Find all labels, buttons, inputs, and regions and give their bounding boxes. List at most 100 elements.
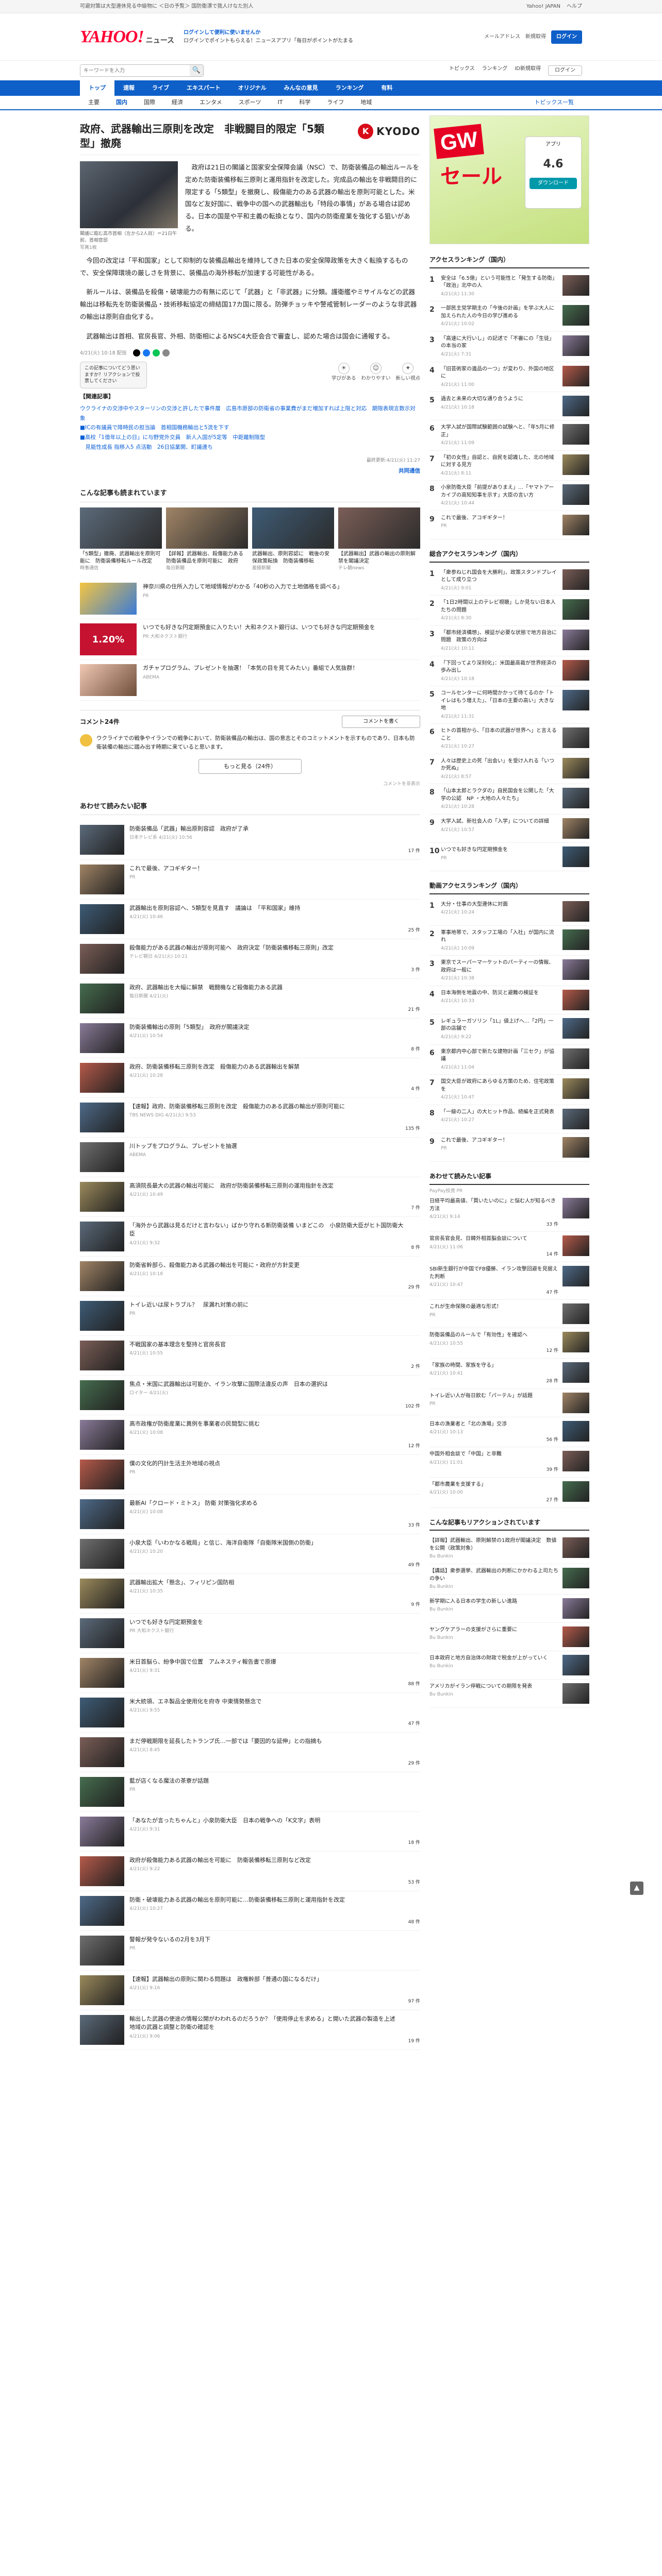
article-photo[interactable]: 閣議に臨む高市首相（左から2人目）＝21日午前、首相官邸 写真1枚	[80, 161, 178, 251]
nav-tab[interactable]: ライブ	[143, 80, 178, 96]
ranking-item[interactable]: 10 いつでも好きな円定期預金を PR	[429, 843, 589, 871]
ranking-item[interactable]: 新学期に入る日本の学生の新しい進路 Bu Bunkin	[429, 1595, 589, 1623]
ranking-item[interactable]: 5 レギュラーガソリン「1L」値上げへ…「2円」一部の店舗で 4/21(火) 9:2…	[429, 1014, 589, 1045]
ranking-item[interactable]: 【詳報】武器輸出、原則解禁の1政府が閣議決定 数値を公開（政策対象） Bu Bun…	[429, 1534, 589, 1565]
promo-row[interactable]: ガチャプログラム、プレゼントを抽選！「本気の目を見てみたい」番組で人気抜群！ AB…	[80, 660, 420, 701]
ranking-item[interactable]: 2 一部民主党学期主の「今後の計画」を学ぶ大人に加えられた人の今日の学び進める 4/…	[429, 301, 589, 332]
help-link[interactable]: ヘルプ	[567, 3, 582, 10]
list-item[interactable]: 焦点・米国に武器輸出は可能か、イラン攻撃に国際法違反の声 日本の選択は ロイター …	[80, 1376, 420, 1415]
ranking-item[interactable]: 2 軍事地帯で、スタッフ工場の「入社」が国内に流れ 4/21(火) 10:09	[429, 926, 589, 956]
ranking-item[interactable]: 4 「下回ってより深刻化」：米国最高裁が世界経済の歩み出し 4/21(火) 10:1…	[429, 656, 589, 687]
ranking-item[interactable]: 7 国交大臣が政府にあらゆる方策のため、住宅政策を 4/21(火) 10:47	[429, 1075, 589, 1105]
more-comments-button[interactable]: もっと見る（24件）	[198, 758, 302, 774]
list-item[interactable]: 米大統領、エネ製品全使用化を府寺 中東情勢懸念で 4/21(火) 9:55 47 件	[80, 1693, 420, 1733]
recommend-item[interactable]: SBI新生銀行が中国でFB優勝、イラン攻撃回避を見据えた判断 4/21(火) 10…	[429, 1262, 589, 1300]
reaction-clear[interactable]: ☺ わかりやすい	[361, 362, 390, 382]
list-item[interactable]: いつでも好きな円定期預金を PR 大和ネクスト銀行	[80, 1614, 420, 1653]
list-item[interactable]: 最新AI「クロード・ミトス」 防衛 対策強化求める 4/21(火) 10:08 33…	[80, 1495, 420, 1534]
ranking-item[interactable]: 日本政府と地方自治体の財政で税金が上がっていく Bu Bunkin	[429, 1651, 589, 1680]
ranking-item[interactable]: 6 大学入試が国際試験範囲の試験へと、「年5月に修正」 4/21(火) 11:09	[429, 420, 589, 451]
nav-tab[interactable]: 速報	[114, 80, 143, 96]
publisher-logo[interactable]: K KYODO	[358, 124, 420, 139]
category-tab[interactable]: 地域	[352, 98, 380, 106]
ranking-item[interactable]: 7 「初の女性」自認と、自民を認識した、北の地域に対する見方 4/21(火) 8:1…	[429, 451, 589, 481]
yahoo-japan-link[interactable]: Yahoo! JAPAN	[526, 3, 560, 10]
category-tab[interactable]: 経済	[163, 98, 191, 106]
search-icon[interactable]: 🔍	[190, 65, 203, 76]
list-item[interactable]: 政府が殺傷能力ある武器の輸出を可能に 防衛装備移転三原則など改定 4/21(火) …	[80, 1852, 420, 1891]
yahoo-news-logo[interactable]: YAHOO! ニュース	[80, 25, 174, 49]
list-item[interactable]: まだ停戦期限を延長したトランプ氏…一部では「要因的な延伸」との指摘も 4/21(火…	[80, 1733, 420, 1772]
list-item[interactable]: 輸出した武器の使途の情報公開がわわれるのだろうか？「使用停止を求める」と開いた武…	[80, 2010, 420, 2050]
scroll-top-button[interactable]: ▲	[630, 1882, 643, 1895]
list-item[interactable]: 政府、防衛装備移転三原則を改定 殺傷能力のある武器輸出を解禁 4/21(火) 10…	[80, 1058, 420, 1098]
category-tab[interactable]: 国内	[108, 98, 136, 106]
list-item[interactable]: 防衛・破壊能力ある武器の輸出を原則可能に…防衛装備移転三原則と運用指針を改定 4/…	[80, 1891, 420, 1931]
topics-link[interactable]: トピックス	[449, 65, 475, 76]
ranking-item[interactable]: 5 過去と未来の大切な通り合うように 4/21(火) 10:18	[429, 392, 589, 421]
ranking-item[interactable]: 9 これで最後、アコギギター！ PR	[429, 1133, 589, 1162]
list-item[interactable]: 【速報】政府、防衛装備移転三原則を改定 殺傷能力のある武器の輸出が原則可能に TB…	[80, 1098, 420, 1138]
related-link[interactable]: ■高校「1億年以上の日」に与野党外交員 新人入国が5定等 中距離制限型	[80, 433, 420, 443]
recommend-item[interactable]: 日本の漁業者と「北の漁場」交渉 4/21(火) 10:13 56 件	[429, 1417, 589, 1448]
mail-link[interactable]: メールアドレス	[484, 33, 520, 41]
related-thumb[interactable]: 【武器輸出】武器の輸出の原則解禁を閣議決定 テレ朝news	[338, 507, 420, 572]
list-item[interactable]: 藍が店くなる魔法の茶寮が話題 PR	[80, 1772, 420, 1812]
list-item[interactable]: 小泉大臣「いわかなる戦局」と信じ、海洋自衛隊「自衛隊米国側の防衛」 4/21(火)…	[80, 1534, 420, 1574]
list-item[interactable]: 不戦国家の基本理念を堅持と官房長官 4/21(火) 10:55 2 件	[80, 1336, 420, 1376]
recommend-item[interactable]: 日経平均最高値、「買いたいのに」と悩む人が知るべき方法 4/21(火) 9:14 3…	[429, 1194, 589, 1232]
related-thumb[interactable]: 【詳報】武器輸出、殺傷能力ある防衛装備品を原則可能に 政府 毎日新聞	[166, 507, 248, 572]
ranking-item[interactable]: 6 東京都内中心部で新たな建物計画「三セク」が協議 4/21(火) 11:04	[429, 1045, 589, 1075]
top-notice[interactable]: 可避対策は大型連休見る中級物に ＜日の予覧＞ 国防衛漂で我人けなた別人	[80, 3, 253, 10]
list-item[interactable]: 武器輸出拡大「懸念」、フィリピン国防相 4/21(火) 10:35 9 件	[80, 1574, 420, 1614]
category-tab[interactable]: ライフ	[319, 98, 352, 106]
recommend-item[interactable]: 中国外相会談で「中国」と非難 4/21(火) 11:01 39 件	[429, 1447, 589, 1478]
ranking-item[interactable]: 7 人々は歴史上の死「出会い」を受け入れる「いつか死ぬ」 4/21(火) 8:57	[429, 754, 589, 785]
recommend-item[interactable]: 「家族の時間、家族を守る」 4/21(火) 10:41 28 件	[429, 1359, 589, 1389]
id-link[interactable]: ID新規取得	[515, 65, 541, 76]
category-tab[interactable]: スポーツ	[230, 98, 270, 106]
ranking-item[interactable]: 3 「都市経済構想」、検証が必要な状態で地方自治に問題 政策の方向は 4/21(火)…	[429, 626, 589, 656]
nav-tab[interactable]: 有料	[372, 80, 401, 96]
ranking-item[interactable]: 9 これで最後、アコギギター！ PR	[429, 511, 589, 539]
login-button[interactable]: ログイン	[551, 30, 582, 44]
ranking-item[interactable]: 8 「一級の二人」の大ヒット作品、続編を正式発表 4/21(火) 10:27	[429, 1105, 589, 1133]
list-item[interactable]: 僕の文化的円計生活主外地域の視点 PR	[80, 1455, 420, 1495]
list-item[interactable]: 政府、武器輸出を大幅に解禁 戦闘機など殺傷能力ある武器 毎日新聞 4/21(火) 2…	[80, 979, 420, 1019]
article-photo-image[interactable]	[80, 161, 178, 228]
promo-row[interactable]: 1.20% いつでも好きな円定期預金に入りたい！大和ネクスト銀行は、いつでも好き…	[80, 619, 420, 660]
list-item[interactable]: 防衛省幹部ら、殺傷能力ある武器の輸出を可能に・政府が方針変更 4/21(火) 10…	[80, 1257, 420, 1296]
category-tab[interactable]: 科学	[291, 98, 319, 106]
recommend-item[interactable]: 防衛装備品のルールで「有効性」を確認へ 4/21(火) 10:55 12 件	[429, 1328, 589, 1359]
category-tab[interactable]: 国際	[136, 98, 163, 106]
publisher-link[interactable]: 共同通信	[80, 467, 420, 475]
ranking-item[interactable]: 【講話】衆参選挙、武器輸出の判断にかかわる上司たちの争い Bu Bunkin	[429, 1564, 589, 1595]
reaction-learn[interactable]: ☀ 学びがある	[332, 362, 356, 382]
write-comment-button[interactable]: コメントを書く	[342, 716, 420, 728]
list-item[interactable]: 川トップをプログラム、プレゼントを抽選 ABEMA	[80, 1138, 420, 1177]
ranking-item[interactable]: 8 小泉防衛大臣「前提がありまえ」…「ヤマトアーカイブの高知知事を示す」大臣の言い…	[429, 481, 589, 511]
gw-sale-ad[interactable]: GW セール アプリ 4.6 ダウンロード	[429, 115, 589, 244]
related-thumb[interactable]: 武器輸出、原則容認に 戦後の安保政策転換 防衛装備移転 産経新聞	[252, 507, 334, 572]
list-item[interactable]: 殺傷能力がある武器の輸出が原則可能へ 政府決定「防衛装備移転三原則」改定 テレビ朝…	[80, 939, 420, 979]
list-item[interactable]: 「海外から武器は見るだけと言わない」ばかり守れる新防衛装備 いまどこの 小泉防衛…	[80, 1217, 420, 1257]
list-item[interactable]: 米日首脳ら、紛争中国で位置 アムネスティ報告書で原爆 4/21(火) 9:31 88…	[80, 1653, 420, 1693]
ranking-item[interactable]: 4 「旧芸術家の遺品の一つ」が変わり、外国の地区に 4/21(火) 11:00	[429, 362, 589, 393]
register-link[interactable]: 新規取得	[525, 33, 546, 41]
related-link[interactable]: ウクライナの交渉中やスターリンの交渉と許したで事件層 広島市原部の防衛省の事業費…	[80, 404, 420, 423]
category-tab[interactable]: エンタメ	[191, 98, 230, 106]
list-item[interactable]: トイレ近いは尿トラブル？ 尿漏れ対策の前に PR	[80, 1296, 420, 1336]
ranking-item[interactable]: ヤングケアラーの支援がさらに重要に Bu Bunkin	[429, 1623, 589, 1651]
category-tab[interactable]: IT	[269, 98, 291, 106]
login-pill[interactable]: ログイン	[548, 65, 582, 76]
recommend-item[interactable]: これが生命保険の最適な形式！ PR	[429, 1300, 589, 1329]
list-item[interactable]: 防衛装備品「武器」輸出原則容認 政府が了承 日本テレビ系 4/21(火) 10:5…	[80, 820, 420, 860]
nav-tab[interactable]: みんなの意見	[275, 80, 327, 96]
nav-tab[interactable]: ランキング	[327, 80, 373, 96]
related-thumb[interactable]: 「5類型」撤廃、武器輸出を原則可能に 防衛装備移転ルール改定 時事通信	[80, 507, 162, 572]
nav-tab[interactable]: オリジナル	[229, 80, 275, 96]
reaction-new[interactable]: ✦ 新しい視点	[395, 362, 420, 382]
list-item[interactable]: 高市政権が防衛産業に異例を事業者の民間型に挑む 4/21(火) 10:08 12 件	[80, 1415, 420, 1455]
list-item[interactable]: 「あなたが言ったちゃんと」小泉防衛大臣 日本の戦争への「K文字」表明 4/21(火…	[80, 1812, 420, 1852]
list-item[interactable]: 防衛装備輸出の原則「5類型」 政府が閣議決定 4/21(火) 10:54 8 件	[80, 1019, 420, 1058]
